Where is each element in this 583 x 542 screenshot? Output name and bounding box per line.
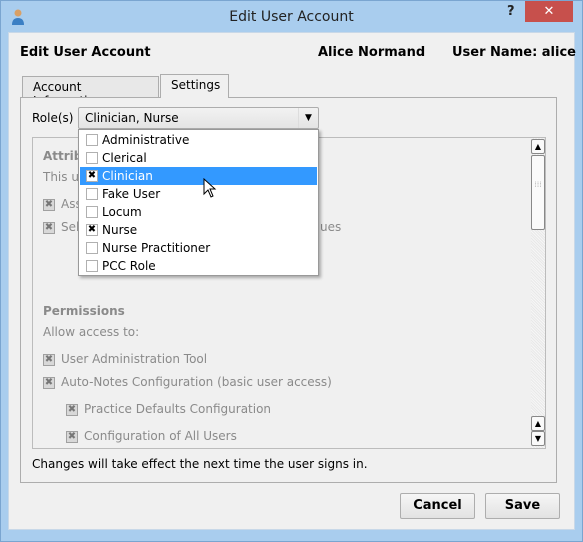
permission-label: Practice Defaults Configuration xyxy=(84,402,272,416)
permission-checkbox[interactable]: ✖ xyxy=(43,354,55,366)
role-option[interactable]: Nurse Practitioner xyxy=(80,239,317,257)
page-title: Edit User Account xyxy=(20,45,151,60)
attribute-checkbox-1[interactable]: ✖ xyxy=(43,199,55,211)
role-checkbox[interactable] xyxy=(86,134,98,146)
user-full-name: Alice Normand xyxy=(318,45,426,60)
permission-checkbox[interactable]: ✖ xyxy=(66,404,78,416)
role-option[interactable]: Fake User xyxy=(80,185,317,203)
mouse-cursor-icon xyxy=(203,178,217,198)
scroll-up-button-lower[interactable]: ▲ xyxy=(531,416,545,431)
save-button[interactable]: Save xyxy=(485,493,560,519)
role-option[interactable]: Administrative xyxy=(80,131,317,149)
permission-checkbox[interactable]: ✖ xyxy=(43,377,55,389)
footer-note: Changes will take effect the next time t… xyxy=(32,457,368,471)
close-button[interactable]: ✕ xyxy=(525,1,573,22)
role-option-label: PCC Role xyxy=(102,259,156,273)
role-option-label: Administrative xyxy=(102,133,190,147)
attributes-description: This u xyxy=(43,170,79,184)
roles-combobox[interactable]: Clinician, Nurse xyxy=(78,107,319,129)
role-option-label: Clerical xyxy=(102,151,147,165)
role-checkbox[interactable] xyxy=(86,242,98,254)
permission-label: Configuration of All Users xyxy=(84,429,237,443)
permission-checkbox[interactable]: ✖ xyxy=(66,431,78,443)
chevron-down-icon[interactable]: ▼ xyxy=(298,108,318,128)
role-checkbox[interactable]: ✖ xyxy=(86,224,98,236)
role-checkbox[interactable] xyxy=(86,206,98,218)
roles-label: Role(s) xyxy=(32,111,74,125)
tab-account-information[interactable]: Account Information xyxy=(22,76,159,108)
attribute-checkbox-2[interactable]: ✖ xyxy=(43,222,55,234)
attributes-heading: Attrib xyxy=(43,149,83,163)
scroll-up-button[interactable]: ▲ xyxy=(531,139,545,154)
attribute-label-2-tail: ues xyxy=(320,220,342,234)
role-checkbox[interactable] xyxy=(86,260,98,272)
role-checkbox[interactable] xyxy=(86,188,98,200)
role-option[interactable]: ✖ Clinician xyxy=(80,167,317,185)
title-bar[interactable]: Edit User Account ? ✕ xyxy=(1,1,582,33)
role-option[interactable]: Clerical xyxy=(80,149,317,167)
user-name-label: User Name: alice xyxy=(452,45,576,60)
roles-dropdown-list: Administrative Clerical ✖ Clinician Fake Use… xyxy=(78,129,319,276)
attribute-label-2: Sel xyxy=(61,220,80,234)
role-option-label: Nurse Practitioner xyxy=(102,241,211,255)
roles-value: Clinician, Nurse xyxy=(85,111,179,125)
role-option-label: Clinician xyxy=(102,169,153,183)
role-option[interactable]: Locum xyxy=(80,203,317,221)
permissions-subheading: Allow access to: xyxy=(43,325,140,339)
role-option-label: Fake User xyxy=(102,187,161,201)
role-checkbox[interactable] xyxy=(86,152,98,164)
permission-label: User Administration Tool xyxy=(61,352,208,366)
role-option[interactable]: ✖ Nurse xyxy=(80,221,317,239)
role-checkbox[interactable]: ✖ xyxy=(86,170,98,182)
help-button[interactable]: ? xyxy=(507,4,515,19)
scrollbar-thumb[interactable]: ⁞⁞⁞ xyxy=(531,155,545,230)
scroll-down-button[interactable]: ▼ xyxy=(531,431,545,446)
tab-settings[interactable]: Settings xyxy=(160,74,229,98)
permission-label: Auto-Notes Configuration (basic user acc… xyxy=(61,375,332,389)
role-option[interactable]: PCC Role xyxy=(80,257,317,275)
cancel-button[interactable]: Cancel xyxy=(400,493,475,519)
window-title: Edit User Account xyxy=(229,9,354,25)
role-option-label: Nurse xyxy=(102,223,138,237)
role-option-label: Locum xyxy=(102,205,142,219)
permissions-heading: Permissions xyxy=(43,304,125,318)
